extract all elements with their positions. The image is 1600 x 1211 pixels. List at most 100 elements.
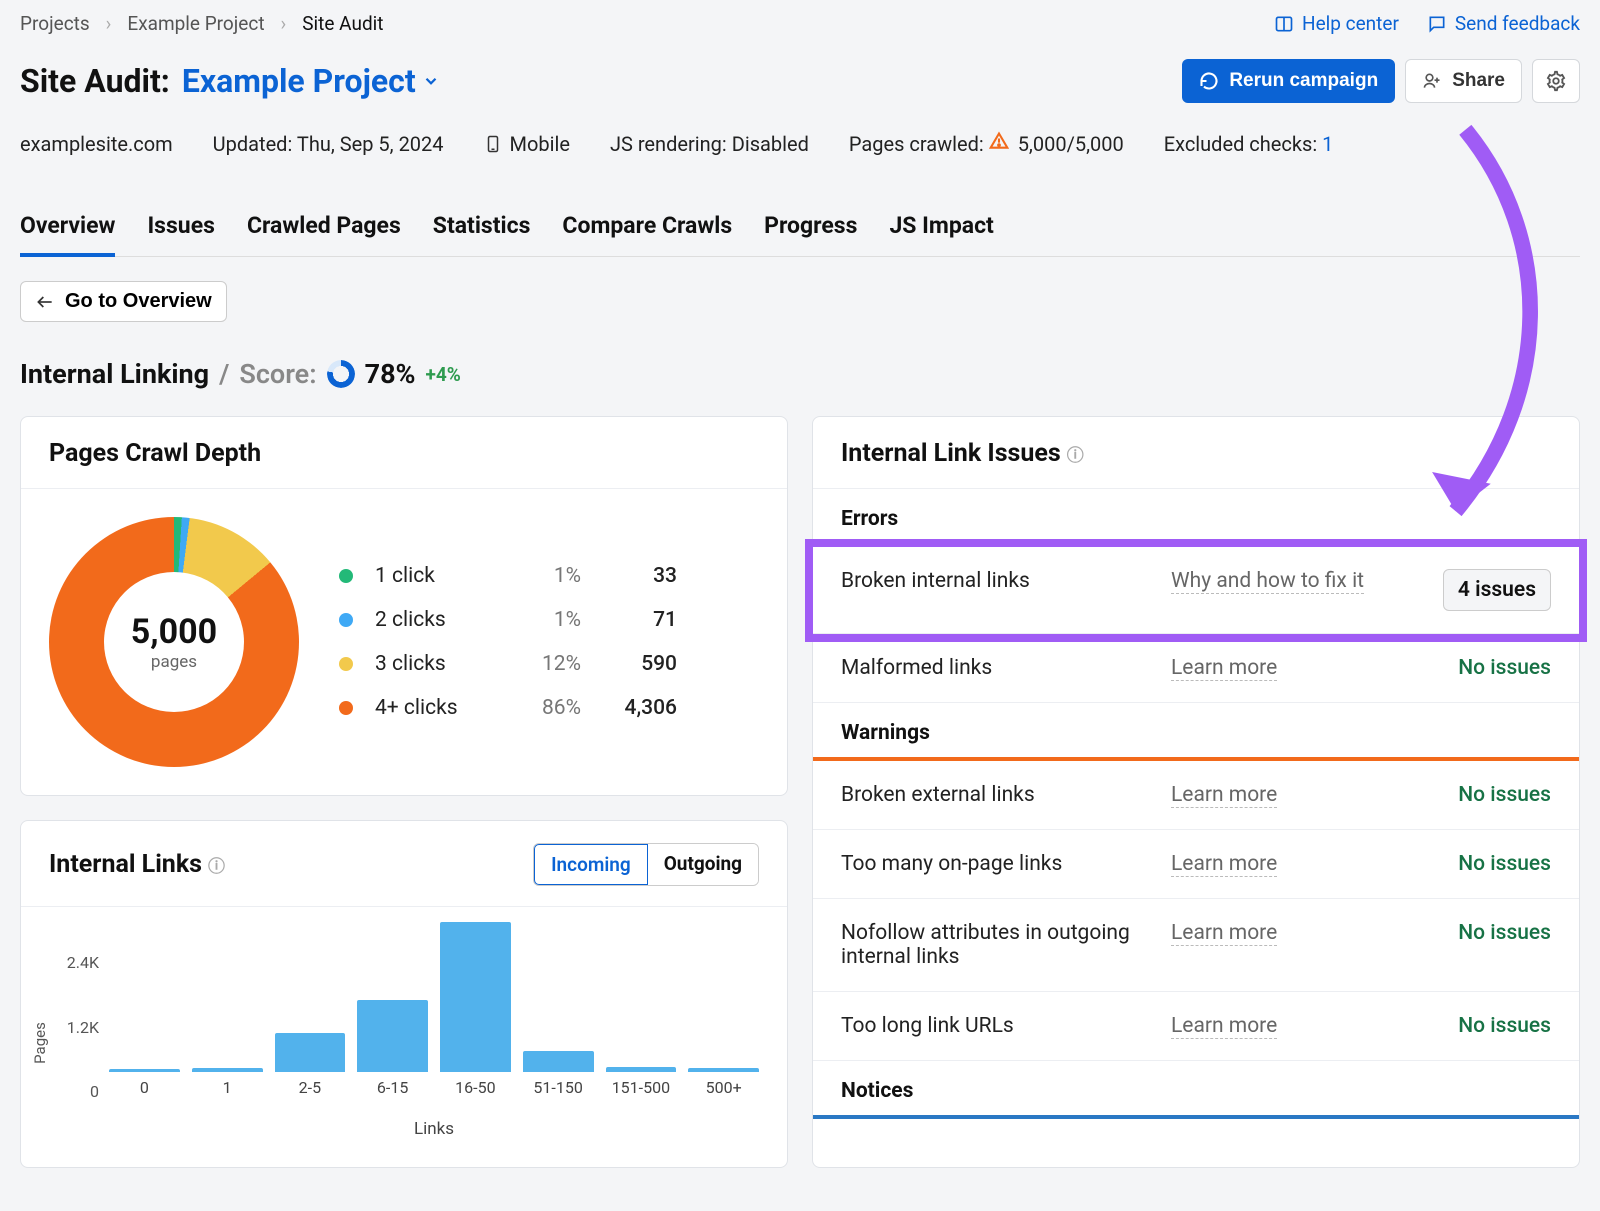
excluded-checks-link[interactable]: 1: [1322, 132, 1333, 156]
x-tick: 1: [223, 1078, 232, 1097]
issue-hint-link[interactable]: Learn more: [1171, 1014, 1277, 1039]
issue-name: Nofollow attributes in outgoing internal…: [841, 921, 1151, 969]
score-value: 78%: [365, 358, 416, 390]
issue-count-button[interactable]: 4 issues: [1443, 569, 1551, 611]
tab-progress[interactable]: Progress: [764, 212, 857, 256]
internal-link-issues-card: Internal Link Issues ⓘ Errors Broken int…: [812, 416, 1580, 1168]
legend-pct: 12%: [501, 652, 581, 676]
user-plus-icon: [1422, 71, 1442, 91]
mobile-icon: [484, 133, 502, 155]
x-tick: 151-500: [612, 1078, 670, 1097]
tab-js-impact[interactable]: JS Impact: [889, 212, 993, 256]
page-title: Site Audit: Example Project: [20, 62, 440, 100]
issue-name: Too many on-page links: [841, 852, 1151, 876]
tab-statistics[interactable]: Statistics: [433, 212, 531, 256]
issue-name: Broken external links: [841, 783, 1151, 807]
crawl-depth-legend: 1 click 1% 33 2 clicks 1% 71 3 clicks 12…: [339, 554, 759, 730]
issue-status: No issues: [1458, 921, 1551, 945]
rerun-campaign-button[interactable]: Rerun campaign: [1182, 59, 1395, 103]
settings-button[interactable]: [1532, 59, 1580, 103]
tab-issues[interactable]: Issues: [147, 212, 214, 256]
issue-name: Broken internal links: [841, 569, 1151, 593]
legend-row[interactable]: 2 clicks 1% 71: [339, 598, 759, 642]
internal-links-title: Internal Links: [49, 850, 202, 879]
issue-hint-link[interactable]: Learn more: [1171, 783, 1277, 808]
x-tick: 2-5: [299, 1078, 321, 1097]
legend-row[interactable]: 3 clicks 12% 590: [339, 642, 759, 686]
legend-pct: 1%: [501, 608, 581, 632]
share-button[interactable]: Share: [1405, 59, 1522, 103]
js-rendering-text: JS rendering: Disabled: [610, 132, 809, 156]
help-center-link[interactable]: Help center: [1274, 12, 1399, 35]
device-text: Mobile: [484, 132, 570, 156]
bar-chart[interactable]: 0 1 2-5 6-15 16-50 51-150 151-500 500+: [109, 947, 759, 1097]
legend-count: 71: [597, 608, 677, 632]
info-icon[interactable]: ⓘ: [1067, 441, 1084, 466]
breadcrumb-project[interactable]: Example Project: [127, 12, 264, 35]
warning-icon: [989, 131, 1009, 151]
legend-pct: 1%: [501, 564, 581, 588]
links-direction-toggle: IncomingOutgoing: [533, 843, 759, 886]
tab-crawled-pages[interactable]: Crawled Pages: [247, 212, 401, 256]
chat-icon: [1427, 14, 1447, 34]
crawl-depth-donut[interactable]: 5,000 pages: [49, 517, 299, 767]
bar[interactable]: [688, 1068, 759, 1072]
legend-label: 1 click: [375, 564, 485, 588]
go-to-overview-button[interactable]: Go to Overview: [20, 281, 227, 322]
issue-status: No issues: [1458, 656, 1551, 680]
tab-overview[interactable]: Overview: [20, 212, 115, 257]
issue-name: Malformed links: [841, 656, 1151, 680]
project-dropdown[interactable]: Example Project: [182, 62, 440, 100]
arrow-left-icon: [35, 292, 55, 312]
y-tick: 2.4K: [45, 953, 99, 972]
errors-section-header: Errors: [813, 489, 1579, 547]
info-icon[interactable]: ⓘ: [208, 852, 225, 877]
legend-count: 590: [597, 652, 677, 676]
send-feedback-link[interactable]: Send feedback: [1427, 12, 1580, 35]
x-tick: 500+: [706, 1078, 742, 1097]
toggle-outgoing[interactable]: Outgoing: [648, 844, 758, 885]
bar[interactable]: [192, 1068, 263, 1072]
issue-status: No issues: [1458, 1014, 1551, 1038]
tabs: Overview Issues Crawled Pages Statistics Com…: [20, 212, 1580, 257]
legend-dot: [339, 613, 353, 627]
bar[interactable]: [606, 1067, 677, 1072]
excluded-checks-text: Excluded checks: 1: [1164, 132, 1334, 156]
refresh-icon: [1199, 71, 1219, 91]
breadcrumb-projects[interactable]: Projects: [20, 12, 90, 35]
bar[interactable]: [523, 1051, 594, 1072]
issue-row: Broken external links Learn more No issu…: [813, 761, 1579, 830]
donut-center-label: pages: [151, 652, 197, 672]
issue-hint-link[interactable]: Learn more: [1171, 852, 1277, 877]
issue-row: Nofollow attributes in outgoing internal…: [813, 899, 1579, 992]
issue-row: Broken internal links Why and how to fix…: [813, 547, 1579, 634]
legend-pct: 86%: [501, 696, 581, 720]
bar[interactable]: [275, 1033, 346, 1072]
tab-compare-crawls[interactable]: Compare Crawls: [562, 212, 732, 256]
crawl-depth-card: Pages Crawl Depth 5,000 pages 1 click 1%…: [20, 416, 788, 796]
gear-icon: [1545, 70, 1567, 92]
legend-dot: [339, 701, 353, 715]
bar[interactable]: [440, 922, 511, 1072]
bar[interactable]: [109, 1069, 180, 1072]
toggle-incoming[interactable]: Incoming: [533, 843, 649, 886]
x-tick: 16-50: [455, 1078, 495, 1097]
bar[interactable]: [357, 1000, 428, 1072]
x-tick: 51-150: [533, 1078, 582, 1097]
chevron-right-icon: ›: [106, 12, 112, 35]
legend-count: 4,306: [597, 696, 677, 720]
crawl-depth-title: Pages Crawl Depth: [49, 439, 261, 468]
issue-hint-link[interactable]: Learn more: [1171, 656, 1277, 681]
y-tick: 0: [45, 1082, 99, 1101]
issue-hint-link[interactable]: Why and how to fix it: [1171, 569, 1364, 594]
chevron-right-icon: ›: [281, 12, 287, 35]
score-donut-icon: [327, 360, 355, 388]
x-tick: 0: [140, 1078, 149, 1097]
issue-hint-link[interactable]: Learn more: [1171, 921, 1277, 946]
legend-label: 2 clicks: [375, 608, 485, 632]
notices-section-header: Notices: [813, 1061, 1579, 1119]
legend-row[interactable]: 1 click 1% 33: [339, 554, 759, 598]
legend-label: 4+ clicks: [375, 696, 485, 720]
legend-dot: [339, 569, 353, 583]
legend-row[interactable]: 4+ clicks 86% 4,306: [339, 686, 759, 730]
